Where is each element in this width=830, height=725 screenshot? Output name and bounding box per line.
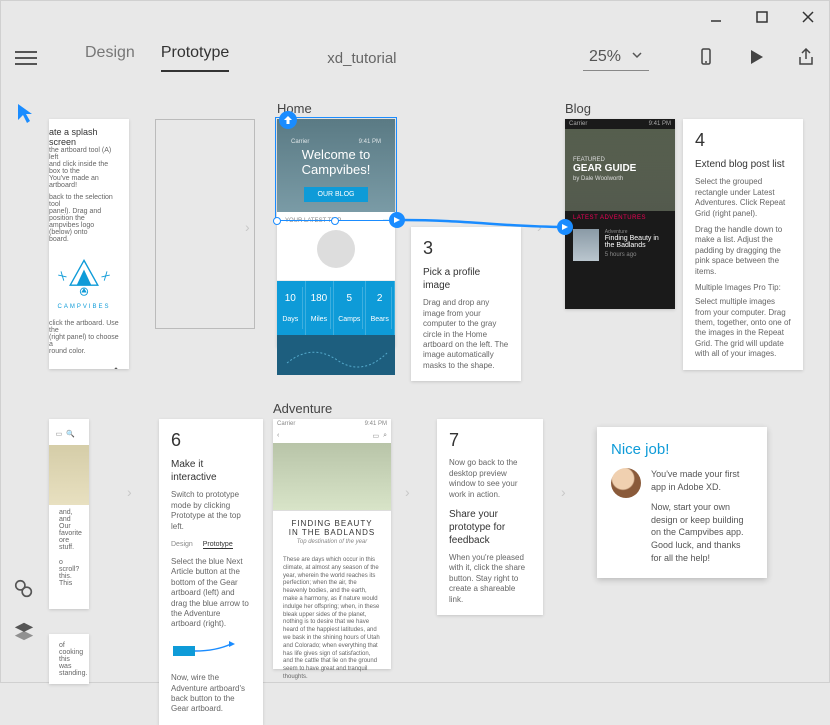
partial-card-bottom[interactable]: of cooking this was standing.: [49, 634, 89, 684]
stats-row: 10Days 180Miles 5Camps 2Bears: [277, 281, 395, 335]
blog-list-item[interactable]: Adventure Finding Beauty in the Badlands…: [565, 225, 675, 265]
card-title: ate a splash screen: [49, 127, 119, 147]
card-title: Share your prototype for feedback: [449, 508, 531, 547]
search-icon: 🔍: [66, 430, 75, 438]
nice-job-card[interactable]: Nice job! You've made your first app in …: [597, 427, 767, 578]
selection-handle[interactable]: [273, 217, 281, 225]
step-number: 3: [423, 237, 509, 260]
window-titlebar: [1, 1, 829, 35]
our-blog-button[interactable]: OUR BLOG: [304, 187, 369, 202]
layers-icon[interactable]: [13, 620, 37, 644]
artboard-blog[interactable]: Carrier9:41 PM FEATURED GEAR GUIDE by Da…: [565, 119, 675, 309]
play-preview-icon[interactable]: [747, 48, 765, 69]
prototype-connector[interactable]: [389, 212, 405, 228]
wire-illustration-icon: [171, 638, 251, 665]
share-icon[interactable]: [797, 48, 815, 69]
back-icon[interactable]: ‹: [277, 432, 279, 440]
tutorial-card-3[interactable]: 3 Pick a profile image Drag and drop any…: [411, 227, 521, 381]
tutorial-card-6[interactable]: 6 Make it interactive Switch to prototyp…: [159, 419, 263, 725]
tab-design[interactable]: Design: [85, 44, 135, 72]
artboard-home[interactable]: Carrier9:41 PM Welcome to Campvibes! OUR…: [277, 119, 395, 347]
card-title: Pick a profile image: [423, 266, 509, 292]
hamburger-menu[interactable]: [15, 51, 37, 65]
card-title: Make it interactive: [171, 458, 251, 484]
step-number: 6: [171, 429, 251, 452]
adventure-hero-image: [273, 443, 391, 511]
search-icon[interactable]: ⌕: [383, 432, 387, 440]
map-preview: [277, 335, 395, 375]
avatar: [611, 468, 641, 498]
document-title[interactable]: xd_tutorial: [327, 50, 396, 67]
tab-prototype[interactable]: Prototype: [161, 44, 229, 72]
left-toolstrip: [1, 91, 49, 682]
bag-icon: ▭: [56, 430, 63, 438]
empty-artboard[interactable]: [155, 119, 255, 329]
bag-icon[interactable]: ▭: [372, 432, 379, 440]
edit-icon[interactable]: [49, 367, 119, 369]
close-button[interactable]: [799, 9, 817, 28]
campvibes-logo-icon: CAMPVIBES: [49, 253, 119, 310]
assets-icon[interactable]: [13, 578, 37, 602]
nav-arrow-icon: ›: [127, 484, 132, 500]
maximize-button[interactable]: [753, 10, 771, 27]
artboard-label-blog[interactable]: Blog: [565, 101, 591, 116]
nav-arrow-icon: ›: [537, 219, 542, 235]
step-number: 7: [449, 429, 531, 452]
card-title: Extend blog post list: [695, 158, 791, 171]
selection-handle[interactable]: [331, 217, 339, 225]
partial-artboard-left[interactable]: ▭🔍 and, and Our favorite ore stuff. o sc…: [49, 419, 89, 609]
chevron-down-icon: [631, 48, 643, 66]
tutorial-card-7[interactable]: 7 Now go back to the desktop preview win…: [437, 419, 543, 615]
nice-job-heading: Nice job!: [611, 441, 753, 458]
select-tool[interactable]: [13, 101, 37, 125]
tutorial-card-4[interactable]: 4 Extend blog post list Select the group…: [683, 119, 803, 370]
zoom-dropdown[interactable]: 25%: [583, 46, 649, 71]
step-number: 4: [695, 129, 791, 152]
tutorial-card-splash[interactable]: ate a splash screen the artboard tool (A…: [49, 119, 129, 369]
artboard-adventure[interactable]: Carrier9:41 PM ‹▭⌕ FINDING BEAUTY IN THE…: [273, 419, 391, 669]
nav-arrow-icon: ›: [405, 484, 410, 500]
device-preview-icon[interactable]: [697, 48, 715, 69]
home-start-badge[interactable]: [279, 111, 297, 129]
blog-thumb: [573, 229, 599, 261]
profile-image-placeholder[interactable]: [317, 230, 355, 268]
main-toolbar: Design Prototype xd_tutorial 25%: [1, 35, 829, 81]
nav-arrow-icon: ›: [561, 484, 566, 500]
canvas[interactable]: ate a splash screen the artboard tool (A…: [49, 89, 829, 682]
welcome-text: Welcome to: [287, 147, 385, 162]
minimize-button[interactable]: [707, 10, 725, 27]
zoom-value: 25%: [589, 48, 621, 66]
nav-arrow-icon: ›: [245, 219, 250, 235]
artboard-label-adventure[interactable]: Adventure: [273, 401, 332, 416]
prototype-connector-target[interactable]: [557, 219, 573, 235]
